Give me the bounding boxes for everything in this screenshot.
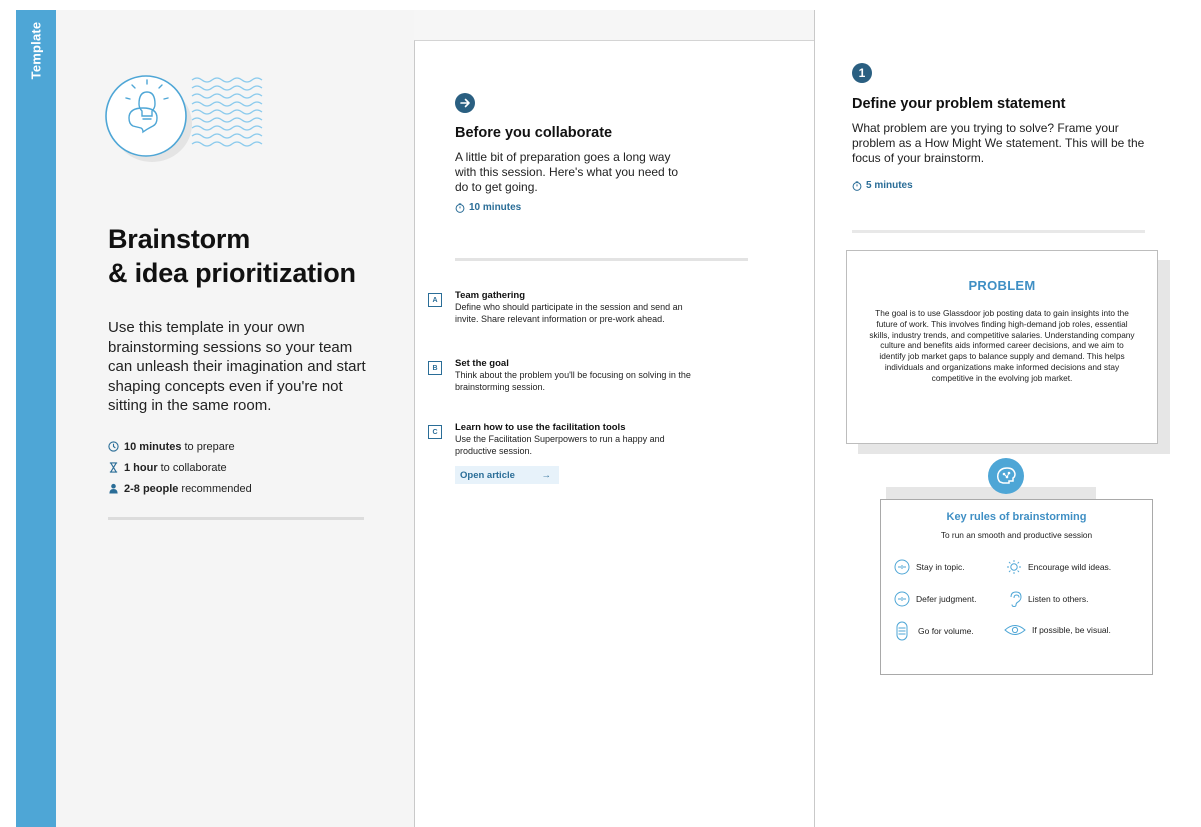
step-letter-b: B — [428, 361, 442, 375]
rule-stay-in-topic: Stay in topic. — [894, 559, 965, 575]
rule-listen: Listen to others. — [1008, 591, 1088, 607]
step-letter-a: A — [428, 293, 442, 307]
rules-card — [880, 499, 1153, 675]
lightbulb-icon — [1007, 560, 1021, 574]
template-label: Template — [28, 21, 44, 79]
arrow-right-icon: → — [541, 469, 552, 481]
timer-icon — [852, 180, 862, 191]
step-team-gathering: A Team gathering Define who should parti… — [428, 290, 728, 325]
prep-timer: 10 minutes — [455, 202, 521, 213]
step-facilitation-tools: C Learn how to use the facilitation tool… — [428, 422, 728, 457]
stack-icon — [896, 621, 908, 641]
rules-title: Key rules of brainstorming — [946, 511, 1087, 523]
intro-divider — [108, 517, 364, 520]
timer-icon — [455, 202, 465, 213]
brain-icon — [988, 458, 1024, 494]
define-timer: 5 minutes — [852, 180, 913, 191]
step-letter-c: C — [428, 425, 442, 439]
rules-subtitle: To run an smooth and productive session — [940, 530, 1093, 540]
step-set-goal: B Set the goal Think about the problem y… — [428, 358, 728, 393]
define-description: What problem are you trying to solve? Fr… — [852, 121, 1145, 165]
define-heading: Define your problem statement — [852, 96, 1066, 112]
rule-wild-ideas: Encourage wild ideas. — [1006, 559, 1111, 575]
problem-text[interactable]: The goal is to use Glassdoor job posting… — [866, 308, 1138, 384]
template-sidebar-strip — [16, 10, 56, 827]
eye-icon — [1004, 625, 1026, 635]
face-icon — [894, 591, 910, 607]
arrow-right-icon — [455, 93, 475, 113]
define-divider — [852, 230, 1145, 233]
meta-prepare: 10 minutes to prepare — [108, 436, 252, 457]
intro-description: Use this template in your own brainstorm… — [108, 319, 366, 414]
prep-divider — [455, 258, 748, 261]
meta-collaborate: 1 hour to collaborate — [108, 457, 252, 478]
rule-go-for-volume: Go for volume. — [896, 621, 974, 641]
step-number-badge: 1 — [852, 63, 872, 83]
ear-icon — [1010, 591, 1022, 607]
rule-be-visual: If possible, be visual. — [1004, 623, 1111, 637]
meta-people: 2-8 people recommended — [108, 478, 252, 499]
prep-description: A little bit of preparation goes a long … — [455, 150, 679, 194]
rule-defer-judgment: Defer judgment. — [894, 591, 976, 607]
rules-card-band — [886, 487, 1096, 499]
clock-icon — [108, 441, 119, 452]
problem-title: PROBLEM — [968, 278, 1036, 293]
face-icon — [894, 559, 910, 575]
hourglass-icon — [109, 462, 118, 473]
open-article-button[interactable]: Open article → — [455, 466, 559, 484]
prep-heading: Before you collaborate — [455, 125, 613, 141]
lightbulb-speech-icon — [105, 75, 263, 162]
person-icon — [109, 483, 118, 494]
prep-panel-top-gap — [414, 10, 814, 40]
page-title: Brainstorm & idea prioritization — [108, 224, 356, 288]
session-meta: 10 minutes to prepare 1 hour to collaborat… — [108, 436, 252, 499]
